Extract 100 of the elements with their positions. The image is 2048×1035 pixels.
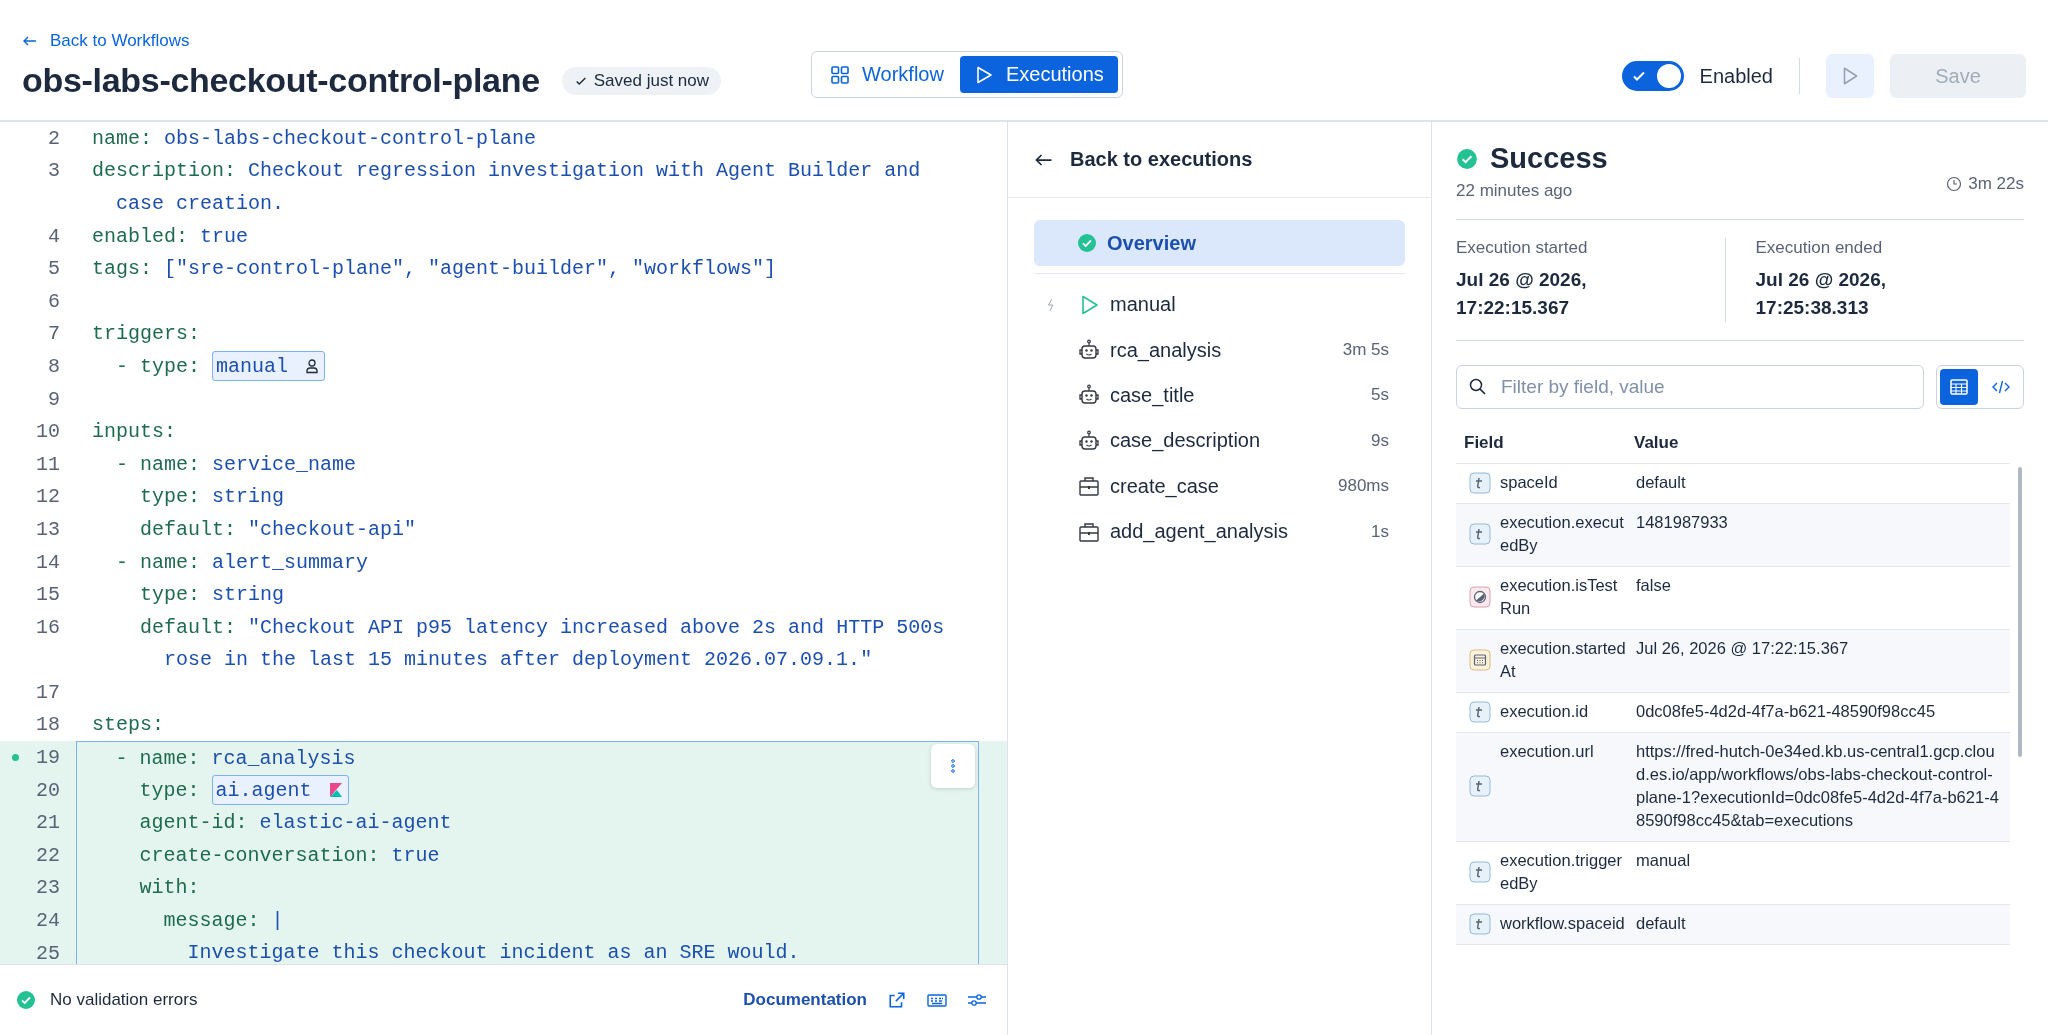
back-to-workflows-link[interactable]: Back to Workflows [22, 31, 190, 51]
execution-duration: 3m 22s [1968, 174, 2024, 194]
line-number: 2 [48, 126, 60, 150]
field-name: execution.triggeredBy [1500, 850, 1623, 894]
column-header: Field [1463, 433, 1505, 453]
field-name: execution.isTestRun [1500, 575, 1619, 619]
string-type-icon [1469, 775, 1491, 797]
code-line: with: [138, 876, 200, 900]
line-number: 6 [48, 289, 60, 313]
field-name: execution.url [1500, 741, 1595, 762]
line-number: 25 [36, 941, 60, 964]
filter-field[interactable]: Filter by field, value [1456, 365, 1924, 409]
step-name[interactable]: manual [1110, 293, 1389, 317]
line-number: 14 [36, 550, 60, 574]
enabled-label: Enabled [1699, 64, 1773, 88]
field-value: false [1635, 575, 1672, 596]
documentation-link[interactable]: Documentation [743, 990, 867, 1010]
code-line: - name: rca_analysis [114, 746, 356, 770]
code-line: Investigate this checkout incident as an SRE would. [186, 941, 800, 964]
step-duration: 1s [1371, 521, 1389, 542]
step-duration: 5s [1371, 385, 1389, 406]
code-line: steps: [92, 713, 164, 737]
step-name[interactable]: add_agent_analysis [1110, 520, 1362, 544]
code-line: message: | [162, 909, 284, 933]
robot-icon [1078, 384, 1100, 407]
step-name[interactable]: case_title [1110, 383, 1362, 407]
line-number: 10 [36, 420, 60, 444]
code-line: triggers: [92, 322, 201, 346]
step-name[interactable]: rca_analysis [1110, 338, 1333, 362]
enabled-toggle[interactable] [1621, 61, 1684, 91]
kebab-menu-icon [950, 758, 956, 774]
step-name[interactable]: case_description [1110, 429, 1362, 453]
field-value: 0dc08fe5-4d2d-4f7a-b621-48590f98cc45 [1635, 701, 1937, 722]
field-value: default [1635, 472, 1687, 493]
step-type-badge[interactable]: ai.agent [211, 775, 349, 806]
line-number: 19 [36, 746, 60, 770]
field-value: Jul 26, 2026 @ 17:22:15.367 [1635, 638, 1850, 659]
settings-sliders-icon[interactable] [967, 991, 987, 1009]
external-link-icon[interactable] [887, 991, 907, 1009]
back-to-executions-link[interactable]: Back to executions [1008, 122, 1431, 198]
save-status-badge: Saved just now [561, 66, 722, 95]
ended-date: Jul 26 @ 2026, [1755, 268, 1887, 292]
success-icon [1077, 233, 1097, 253]
line-number: 18 [36, 713, 60, 737]
table-view-button[interactable] [1940, 369, 1978, 405]
line-number: 3 [48, 159, 60, 183]
started-time: 17:22:15.367 [1456, 296, 1571, 320]
clock-icon [1946, 176, 1963, 192]
code-line: tags: ["sre-control-plane", "agent-builder", "workflows"] [92, 257, 777, 281]
robot-icon [1078, 339, 1100, 362]
code-line: - type: [115, 354, 201, 378]
line-number: 23 [36, 876, 60, 900]
line-number: 17 [36, 680, 60, 704]
code-line: case creation. [115, 192, 285, 215]
column-header: Value [1634, 433, 1679, 453]
step-name[interactable]: create_case [1110, 474, 1328, 498]
person-icon [304, 358, 321, 375]
trigger-badge[interactable]: manual [212, 351, 326, 382]
field-name: execution.startedAt [1500, 638, 1627, 682]
briefcase-icon [1078, 475, 1100, 498]
field-name: execution.executedBy [1500, 512, 1625, 556]
started-date: Jul 26 @ 2026, [1456, 268, 1588, 292]
keyboard-icon[interactable] [927, 991, 947, 1009]
line-number: 4 [48, 224, 60, 248]
lightning-icon [1046, 297, 1056, 312]
grid-icon [830, 64, 851, 85]
code-line: name: obs-labs-checkout-control-plane [92, 126, 537, 150]
line-number: 24 [36, 909, 60, 933]
field-value: default [1635, 913, 1687, 934]
code-line: rose in the last 15 minutes after deployment 2026.07.09.1." [163, 648, 873, 672]
step-duration: 3m 5s [1342, 340, 1389, 361]
robot-icon [1078, 429, 1100, 452]
code-line: default: "Checkout API p95 latency increased above 2s and HTTP 500s [139, 615, 945, 639]
field-value: https://fred-hutch-0e34ed.kb.us-central1.gcp.cloud.es.io/app/workflows/obs-labs-checkout-control-plane-1?executionId=0dc08fe5-4d2d-4f7a-b621-48590f98cc45&tab=executions [1635, 741, 2000, 831]
code-line: type: string [139, 485, 285, 509]
string-type-icon [1469, 471, 1491, 494]
success-icon [1456, 147, 1478, 170]
executions-tab[interactable]: Executions [959, 56, 1118, 93]
line-number: 11 [36, 452, 60, 476]
overview-item[interactable]: Overview [1034, 220, 1405, 266]
line-number: 7 [48, 322, 60, 346]
code-line: default: "checkout-api" [139, 517, 417, 541]
line-number: 12 [36, 485, 60, 509]
validation-status: No validation errors [50, 990, 198, 1010]
line-number: 22 [36, 843, 60, 867]
line-number: 21 [36, 811, 60, 835]
line-number: 16 [36, 615, 60, 639]
string-type-icon [1469, 700, 1491, 723]
briefcase-icon [1078, 520, 1100, 543]
line-number: 9 [48, 387, 60, 411]
line-number: 15 [36, 583, 60, 607]
code-line: agent-id: elastic-ai-agent [138, 811, 452, 835]
field-name: execution.id [1500, 701, 1590, 722]
code-line: type: string [139, 583, 285, 607]
table-icon [1949, 377, 1969, 397]
line-number: 20 [36, 778, 60, 802]
line-number: 13 [36, 517, 60, 541]
field-name: workflow.spaceid [1500, 913, 1626, 934]
field-value: 1481987933 [1635, 512, 1729, 533]
code-line: create-conversation: true [138, 843, 440, 867]
